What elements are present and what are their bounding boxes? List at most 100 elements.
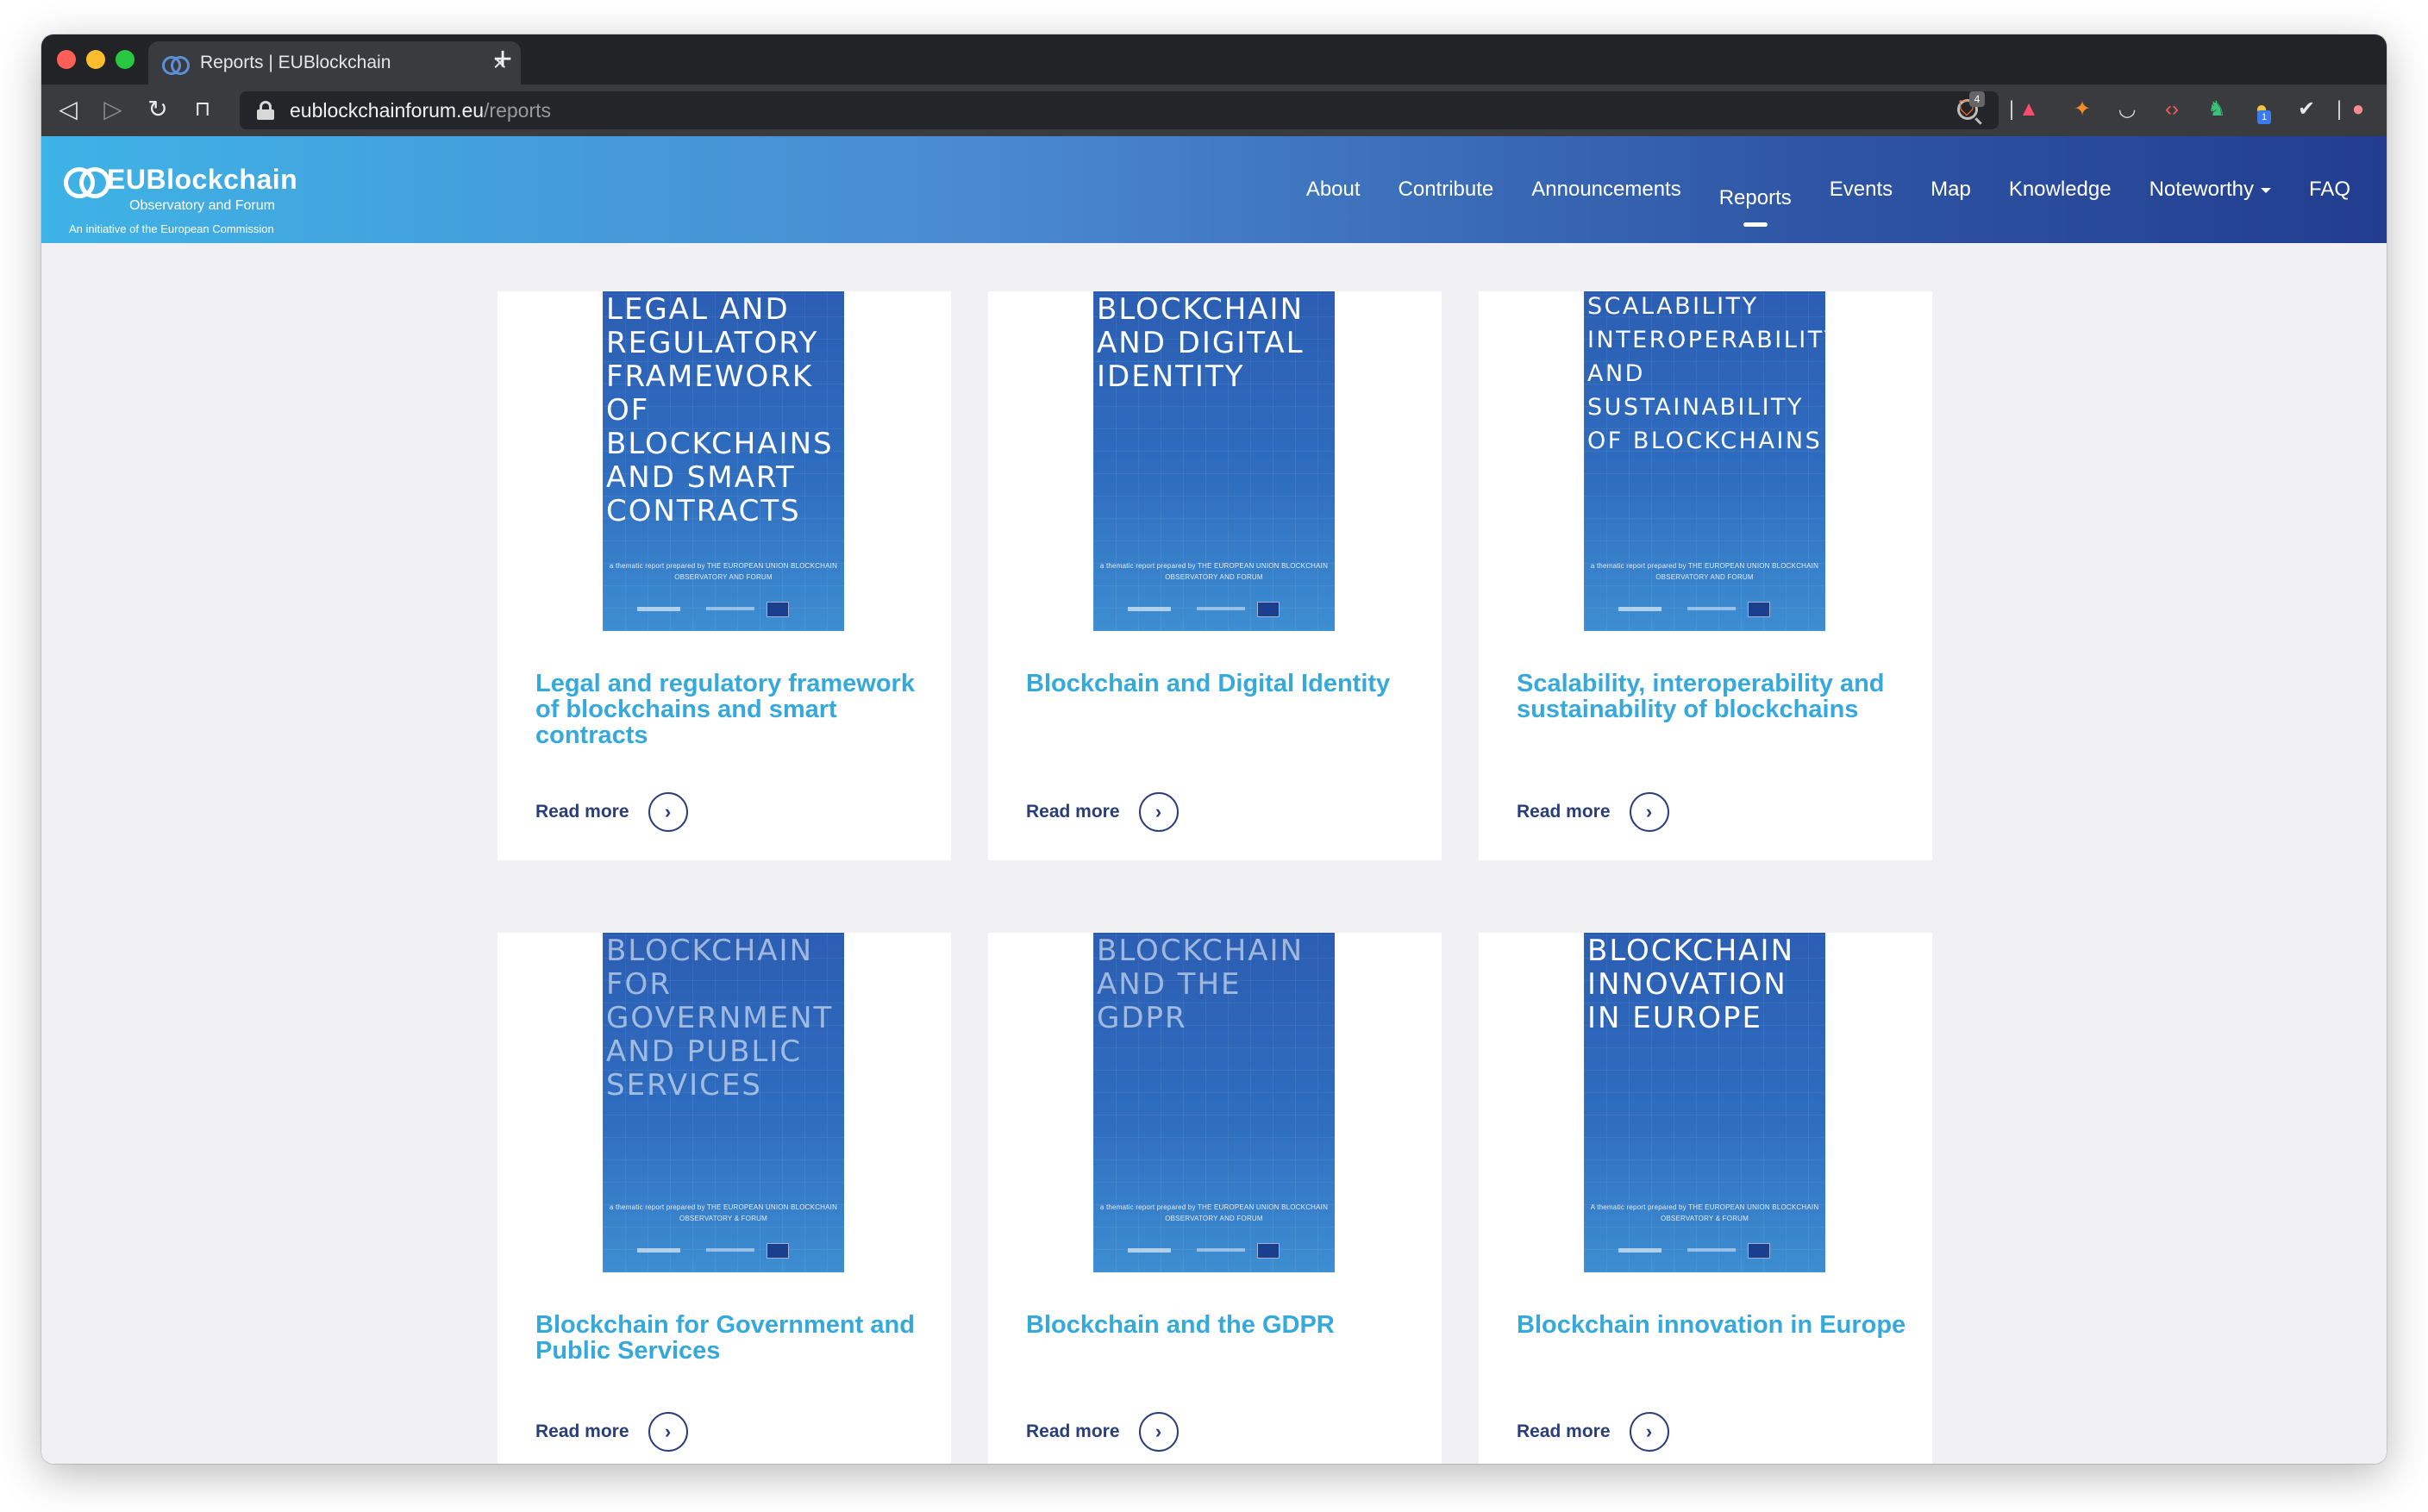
report-title[interactable]: Blockchain for Government and Public Ser… bbox=[535, 1312, 932, 1364]
cover-title: SCALABILITY INTEROPERABILITY AND SUSTAIN… bbox=[1587, 293, 1825, 454]
shield-count-badge: 4 bbox=[1969, 91, 1985, 107]
chevron-right-icon[interactable]: › bbox=[1138, 792, 1179, 832]
browser-toolbar: ◁ ▷ ↻ ⊓ eublockchainforum.eu/reports ⛉ 4… bbox=[41, 84, 2387, 136]
report-title[interactable]: Blockchain and the GDPR bbox=[1026, 1312, 1423, 1338]
chevron-right-icon[interactable]: › bbox=[648, 1412, 688, 1452]
lock-icon bbox=[257, 101, 274, 120]
tab-title: Reports | EUBlockchain bbox=[200, 53, 391, 72]
report-cover[interactable]: BLOCKCHAIN FOR GOVERNMENT AND PUBLIC SER… bbox=[603, 933, 844, 1272]
reports-grid: LEGAL AND REGULATORY FRAMEWORK OF BLOCKC… bbox=[41, 243, 2387, 1464]
browser-window: Reports | EUBlockchain × + ◁ ▷ ↻ ⊓ eublo… bbox=[41, 34, 2387, 1464]
cover-footer: a thematic report prepared by THE EUROPE… bbox=[609, 1203, 838, 1222]
url-host: eublockchainforum.eu bbox=[290, 98, 485, 122]
report-title[interactable]: Blockchain innovation in Europe bbox=[1517, 1312, 1913, 1338]
read-more-label: Read more bbox=[1517, 802, 1611, 822]
cover-logos bbox=[637, 600, 810, 617]
address-bar[interactable]: eublockchainforum.eu/reports bbox=[240, 91, 1999, 129]
cover-logos bbox=[1618, 1241, 1791, 1259]
metamask-icon[interactable]: ✦ bbox=[2069, 97, 2095, 122]
cover-footer: a thematic report prepared by THE EUROPE… bbox=[1099, 562, 1329, 581]
cover-title: BLOCKCHAIN AND THE GDPR bbox=[1097, 934, 1305, 1035]
maximize-window-button[interactable] bbox=[116, 50, 135, 69]
report-card: BLOCKCHAIN AND DIGITAL IDENTITY a themat… bbox=[988, 291, 1442, 860]
chevron-right-icon[interactable]: › bbox=[1138, 1412, 1179, 1452]
forward-icon[interactable]: ▷ bbox=[98, 95, 128, 124]
cover-title: BLOCKCHAIN FOR GOVERNMENT AND PUBLIC SER… bbox=[606, 934, 834, 1103]
read-more-label: Read more bbox=[535, 1421, 629, 1441]
logo-mark-icon bbox=[64, 167, 110, 198]
cover-logos bbox=[637, 1241, 810, 1259]
nav-map[interactable]: Map bbox=[1931, 178, 1971, 202]
nav-noteworthy-label: Noteworthy bbox=[2149, 178, 2254, 201]
eu-flag-icon bbox=[1748, 1243, 1770, 1259]
report-cover[interactable]: SCALABILITY INTEROPERABILITY AND SUSTAIN… bbox=[1584, 291, 1825, 631]
read-more-link[interactable]: Read more › bbox=[535, 792, 688, 832]
pocket-icon[interactable]: ◡ bbox=[2114, 97, 2140, 122]
close-window-button[interactable] bbox=[57, 50, 76, 69]
eu-flag-icon bbox=[1257, 1243, 1280, 1259]
read-more-link[interactable]: Read more › bbox=[1026, 1412, 1179, 1452]
report-title[interactable]: Blockchain and Digital Identity bbox=[1026, 671, 1423, 697]
read-more-link[interactable]: Read more › bbox=[535, 1412, 688, 1452]
cover-footer: A thematic report prepared by THE EUROPE… bbox=[1590, 1203, 1819, 1222]
read-more-link[interactable]: Read more › bbox=[1517, 792, 1669, 832]
nav-reports[interactable]: Reports bbox=[1719, 186, 1792, 210]
cover-footer: a thematic report prepared by THE EUROPE… bbox=[609, 562, 838, 581]
eu-flag-icon bbox=[767, 602, 789, 617]
report-card: BLOCKCHAIN INNOVATION IN EUROPE A themat… bbox=[1479, 933, 1932, 1464]
browser-tab[interactable]: Reports | EUBlockchain × bbox=[148, 41, 521, 84]
cover-logos bbox=[1128, 600, 1300, 617]
back-icon[interactable]: ◁ bbox=[53, 95, 83, 124]
cover-logos bbox=[1128, 1241, 1300, 1259]
logo-initiative: An initiative of the European Commission bbox=[69, 222, 274, 235]
nav-faq[interactable]: FAQ bbox=[2309, 178, 2350, 202]
report-card: SCALABILITY INTEROPERABILITY AND SUSTAIN… bbox=[1479, 291, 1932, 860]
reload-icon[interactable]: ↻ bbox=[143, 95, 172, 124]
cover-title: LEGAL AND REGULATORY FRAMEWORK OF BLOCKC… bbox=[606, 292, 834, 528]
read-more-link[interactable]: Read more › bbox=[1517, 1412, 1669, 1452]
profile-avatar-icon[interactable]: ● bbox=[2345, 97, 2371, 122]
report-cover[interactable]: BLOCKCHAIN AND THE GDPR a thematic repor… bbox=[1093, 933, 1335, 1272]
chevron-right-icon[interactable]: › bbox=[1629, 1412, 1669, 1452]
main-nav: About Contribute Announcements Reports E… bbox=[1268, 136, 2350, 243]
eu-flag-icon bbox=[1748, 602, 1770, 617]
eu-flag-icon bbox=[1257, 602, 1280, 617]
logo-subtitle: Observatory and Forum bbox=[129, 198, 275, 213]
tab-strip: Reports | EUBlockchain × + bbox=[41, 34, 2387, 84]
nav-noteworthy[interactable]: Noteworthy bbox=[2150, 178, 2271, 202]
logo-name: EUBlockchain bbox=[107, 164, 298, 195]
minimize-window-button[interactable] bbox=[86, 50, 105, 69]
site-header: EUBlockchain Observatory and Forum An in… bbox=[41, 136, 2387, 243]
nav-about[interactable]: About bbox=[1306, 178, 1361, 202]
cover-footer: a thematic report prepared by THE EUROPE… bbox=[1590, 562, 1819, 581]
nav-announcements[interactable]: Announcements bbox=[1531, 178, 1680, 202]
chevron-right-icon[interactable]: › bbox=[648, 792, 688, 832]
favicon-icon bbox=[162, 54, 190, 75]
bookmark-icon[interactable]: ⊓ bbox=[188, 95, 217, 124]
read-more-label: Read more bbox=[1026, 802, 1120, 822]
read-more-label: Read more bbox=[535, 802, 629, 822]
read-more-label: Read more bbox=[1026, 1421, 1120, 1441]
code-icon[interactable]: ‹› bbox=[2159, 97, 2185, 122]
new-tab-button[interactable]: + bbox=[493, 43, 512, 76]
cover-logos bbox=[1618, 600, 1791, 617]
cover-title: BLOCKCHAIN INNOVATION IN EUROPE bbox=[1587, 934, 1795, 1035]
chevron-down-icon bbox=[2260, 187, 2271, 193]
report-title[interactable]: Scalability, interoperability and sustai… bbox=[1517, 671, 1913, 722]
nav-contribute[interactable]: Contribute bbox=[1399, 178, 1494, 202]
report-card: BLOCKCHAIN FOR GOVERNMENT AND PUBLIC SER… bbox=[497, 933, 951, 1464]
nav-events[interactable]: Events bbox=[1830, 178, 1893, 202]
chevron-right-icon[interactable]: › bbox=[1629, 792, 1669, 832]
report-card: BLOCKCHAIN AND THE GDPR a thematic repor… bbox=[988, 933, 1442, 1464]
extension-count-badge: 1 bbox=[2257, 110, 2271, 124]
report-cover[interactable]: LEGAL AND REGULATORY FRAMEWORK OF BLOCKC… bbox=[603, 291, 844, 631]
eu-flag-icon bbox=[767, 1243, 789, 1259]
nav-knowledge[interactable]: Knowledge bbox=[2009, 178, 2112, 202]
brave-rewards-icon[interactable]: ▲ bbox=[2016, 97, 2042, 122]
report-title[interactable]: Legal and regulatory framework of blockc… bbox=[535, 671, 932, 748]
read-more-link[interactable]: Read more › bbox=[1026, 792, 1179, 832]
report-cover[interactable]: BLOCKCHAIN AND DIGITAL IDENTITY a themat… bbox=[1093, 291, 1335, 631]
bird-icon[interactable]: ♞ bbox=[2204, 97, 2230, 122]
check-icon[interactable]: ✔ bbox=[2293, 97, 2319, 122]
report-cover[interactable]: BLOCKCHAIN INNOVATION IN EUROPE A themat… bbox=[1584, 933, 1825, 1272]
